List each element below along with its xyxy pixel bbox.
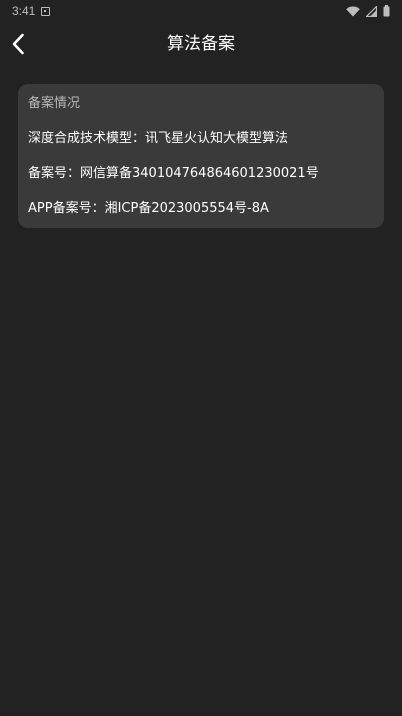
nav-bar: 算法备案 (0, 22, 402, 66)
page-title: 算法备案 (167, 34, 235, 54)
notification-icon (41, 6, 51, 16)
screen: 3:41 算法备案 备案情况 深度合成技术模型：讯飞星火认知大模型算法 备案号：… (0, 0, 402, 716)
status-time: 3:41 (12, 4, 36, 18)
status-left: 3:41 (12, 4, 51, 18)
signal-icon (366, 5, 377, 17)
wifi-icon (346, 6, 360, 17)
card-heading: 备案情况 (28, 96, 81, 111)
filing-info-card: 备案情况 深度合成技术模型：讯飞星火认知大模型算法 备案号：网信算备340104… (18, 84, 384, 228)
app-filing-number-line: APP备案号：湘ICP备2023005554号-8A (28, 201, 269, 216)
battery-icon (383, 5, 390, 17)
status-right (346, 5, 390, 17)
filing-number-line: 备案号：网信算备340104764864601230021号 (28, 166, 319, 181)
status-bar: 3:41 (0, 0, 402, 22)
model-info-line: 深度合成技术模型：讯飞星火认知大模型算法 (28, 131, 289, 146)
